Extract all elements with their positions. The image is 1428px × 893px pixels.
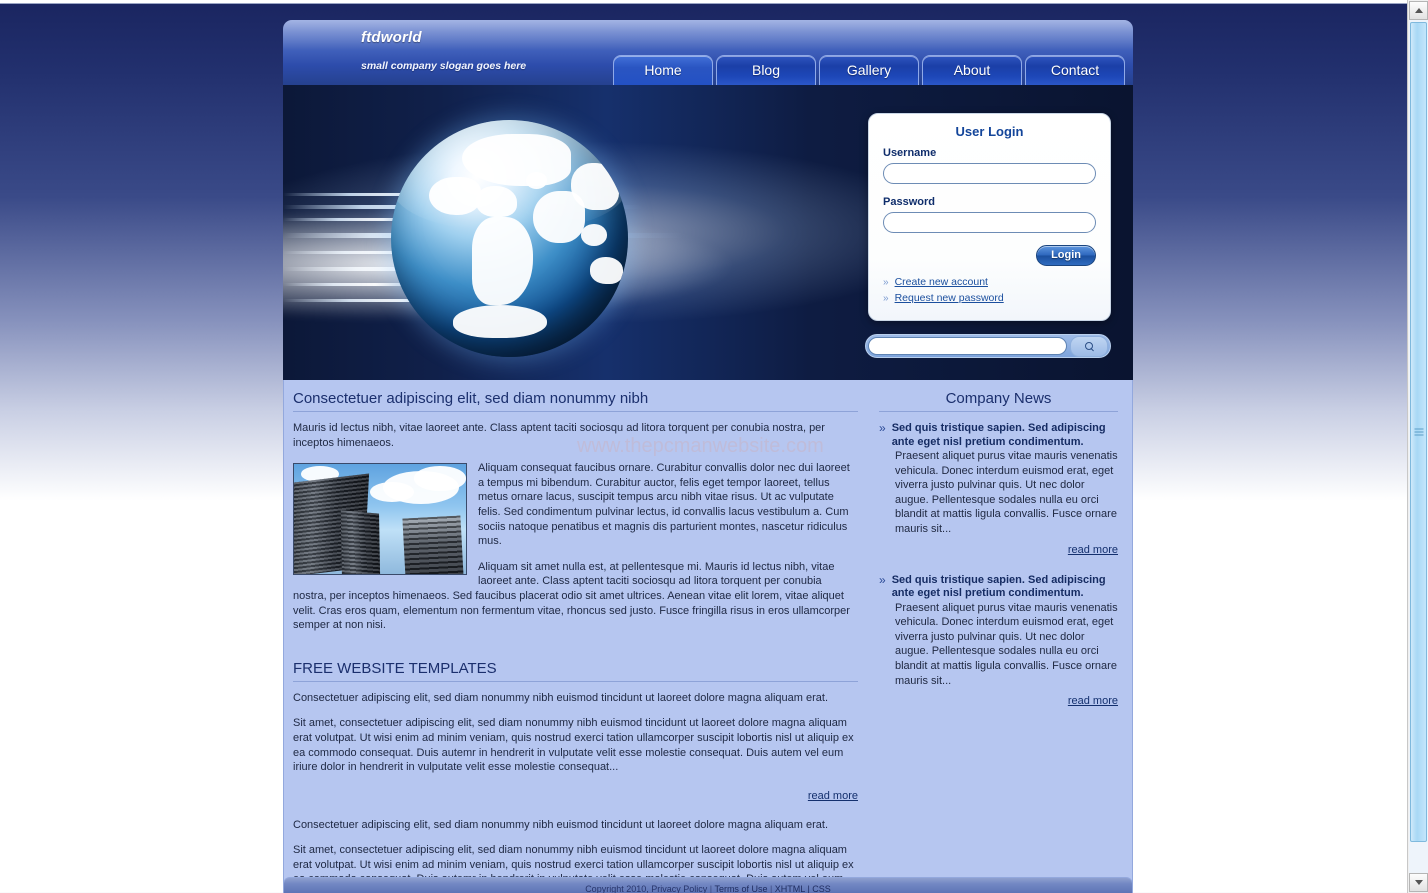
footer-copyright: Copyright 2010, Privacy Policy bbox=[585, 884, 708, 893]
login-links: » Create new account » Request new passw… bbox=[883, 276, 1096, 304]
brand-slogan: small company slogan goes here bbox=[361, 60, 527, 72]
create-account-row[interactable]: » Create new account bbox=[883, 276, 1096, 288]
news-item: » Sed quis tristique sapien. Sed adipisc… bbox=[879, 422, 1118, 558]
footer-separator: | bbox=[767, 884, 775, 893]
news-item-title: Sed quis tristique sapien. Sed adipiscin… bbox=[891, 573, 1106, 600]
scrollbar-thumb[interactable] bbox=[1410, 22, 1427, 842]
globe-graphic bbox=[391, 120, 628, 357]
brand: ftdworld small company slogan goes here bbox=[361, 29, 526, 72]
scroll-down-button[interactable] bbox=[1409, 873, 1428, 892]
nav-item-blog[interactable]: Blog bbox=[716, 55, 816, 85]
read-more-link[interactable]: read more bbox=[1068, 544, 1118, 556]
site-footer: Copyright 2010, Privacy Policy | Terms o… bbox=[283, 877, 1133, 893]
search-bar bbox=[865, 334, 1111, 358]
news-item-head: » Sed quis tristique sapien. Sed adipisc… bbox=[879, 572, 1118, 601]
block-2-lead: Consectetuer adipiscing elit, sed diam n… bbox=[293, 818, 829, 831]
skyscraper-image bbox=[293, 463, 467, 576]
chevron-right-icon: » bbox=[883, 292, 889, 304]
block-1-lead: Consectetuer adipiscing elit, sed diam n… bbox=[293, 691, 829, 704]
login-button[interactable]: Login bbox=[1036, 245, 1096, 266]
main-column: www.thepcmanwebsite.com Consectetuer adi… bbox=[284, 380, 867, 893]
main-navigation: Home Blog Gallery About Contact bbox=[613, 55, 1125, 85]
chevron-double-right-icon: » bbox=[879, 572, 886, 587]
block-1-readmore-row: read more bbox=[293, 786, 858, 804]
password-input[interactable] bbox=[883, 212, 1096, 233]
content-area: www.thepcmanwebsite.com Consectetuer adi… bbox=[283, 380, 1133, 893]
chevron-double-right-icon: » bbox=[879, 421, 886, 435]
news-item-title: Sed quis tristique sapien. Sed adipiscin… bbox=[891, 422, 1106, 448]
news-item-head: » Sed quis tristique sapien. Sed adipisc… bbox=[879, 422, 1118, 449]
username-label: Username bbox=[883, 147, 937, 159]
site-header: ftdworld small company slogan goes here … bbox=[283, 20, 1133, 85]
nav-item-gallery[interactable]: Gallery bbox=[819, 55, 919, 85]
sidebar-title: Company News bbox=[879, 390, 1118, 412]
create-new-account-link[interactable]: Create new account bbox=[895, 276, 988, 288]
nav-item-home[interactable]: Home bbox=[613, 55, 713, 85]
news-item-body: Praesent aliquet purus vitae mauris vene… bbox=[895, 450, 1118, 535]
browser-top-strip bbox=[0, 0, 1407, 4]
footer-standards-link[interactable]: XHTML | CSS bbox=[775, 884, 831, 893]
read-more-link[interactable]: read more bbox=[1068, 695, 1118, 707]
search-icon bbox=[1084, 341, 1094, 351]
search-input[interactable] bbox=[868, 337, 1067, 355]
section-subtitle: FREE WEBSITE TEMPLATES bbox=[293, 660, 858, 682]
scroll-down-arrow-icon bbox=[1414, 880, 1423, 885]
news-readmore-row: read more bbox=[879, 691, 1118, 709]
news-readmore-row: read more bbox=[879, 540, 1118, 558]
user-login-box: User Login Username Password Login » Cre… bbox=[868, 113, 1111, 321]
footer-terms-link[interactable]: Terms of Use bbox=[714, 884, 767, 893]
brand-name: ftdworld bbox=[361, 29, 422, 46]
scrollbar-grip-icon bbox=[1414, 428, 1423, 436]
vertical-scrollbar[interactable] bbox=[1407, 0, 1428, 893]
login-button-row: Login bbox=[883, 245, 1096, 266]
intro-paragraph: Mauris id lectus nibh, vitae laoreet ant… bbox=[293, 422, 825, 449]
scroll-up-arrow-icon bbox=[1414, 8, 1423, 13]
news-item: » Sed quis tristique sapien. Sed adipisc… bbox=[879, 572, 1118, 710]
read-more-link[interactable]: read more bbox=[808, 790, 858, 802]
login-title: User Login bbox=[955, 124, 1024, 139]
password-label: Password bbox=[883, 196, 935, 208]
chevron-right-icon: » bbox=[883, 276, 889, 288]
request-password-row[interactable]: » Request new password bbox=[883, 292, 1096, 304]
news-item-body: Praesent aliquet purus vitae mauris vene… bbox=[895, 601, 1118, 687]
username-input[interactable] bbox=[883, 163, 1096, 184]
sidebar-column: Company News » Sed quis tristique sapien… bbox=[867, 380, 1132, 893]
footer-text: Copyright 2010, Privacy Policy | Terms o… bbox=[284, 878, 1132, 893]
request-new-password-link[interactable]: Request new password bbox=[895, 292, 1004, 304]
block-1-body: Sit amet, consectetuer adipiscing elit, … bbox=[293, 717, 854, 774]
page-title: Consectetuer adipiscing elit, sed diam n… bbox=[293, 390, 858, 412]
site-page: ftdworld small company slogan goes here … bbox=[283, 20, 1133, 893]
scroll-up-button[interactable] bbox=[1409, 1, 1428, 20]
nav-item-about[interactable]: About bbox=[922, 55, 1022, 85]
nav-item-contact[interactable]: Contact bbox=[1025, 55, 1125, 85]
hero-banner: User Login Username Password Login » Cre… bbox=[283, 85, 1133, 380]
search-button[interactable] bbox=[1070, 335, 1108, 357]
